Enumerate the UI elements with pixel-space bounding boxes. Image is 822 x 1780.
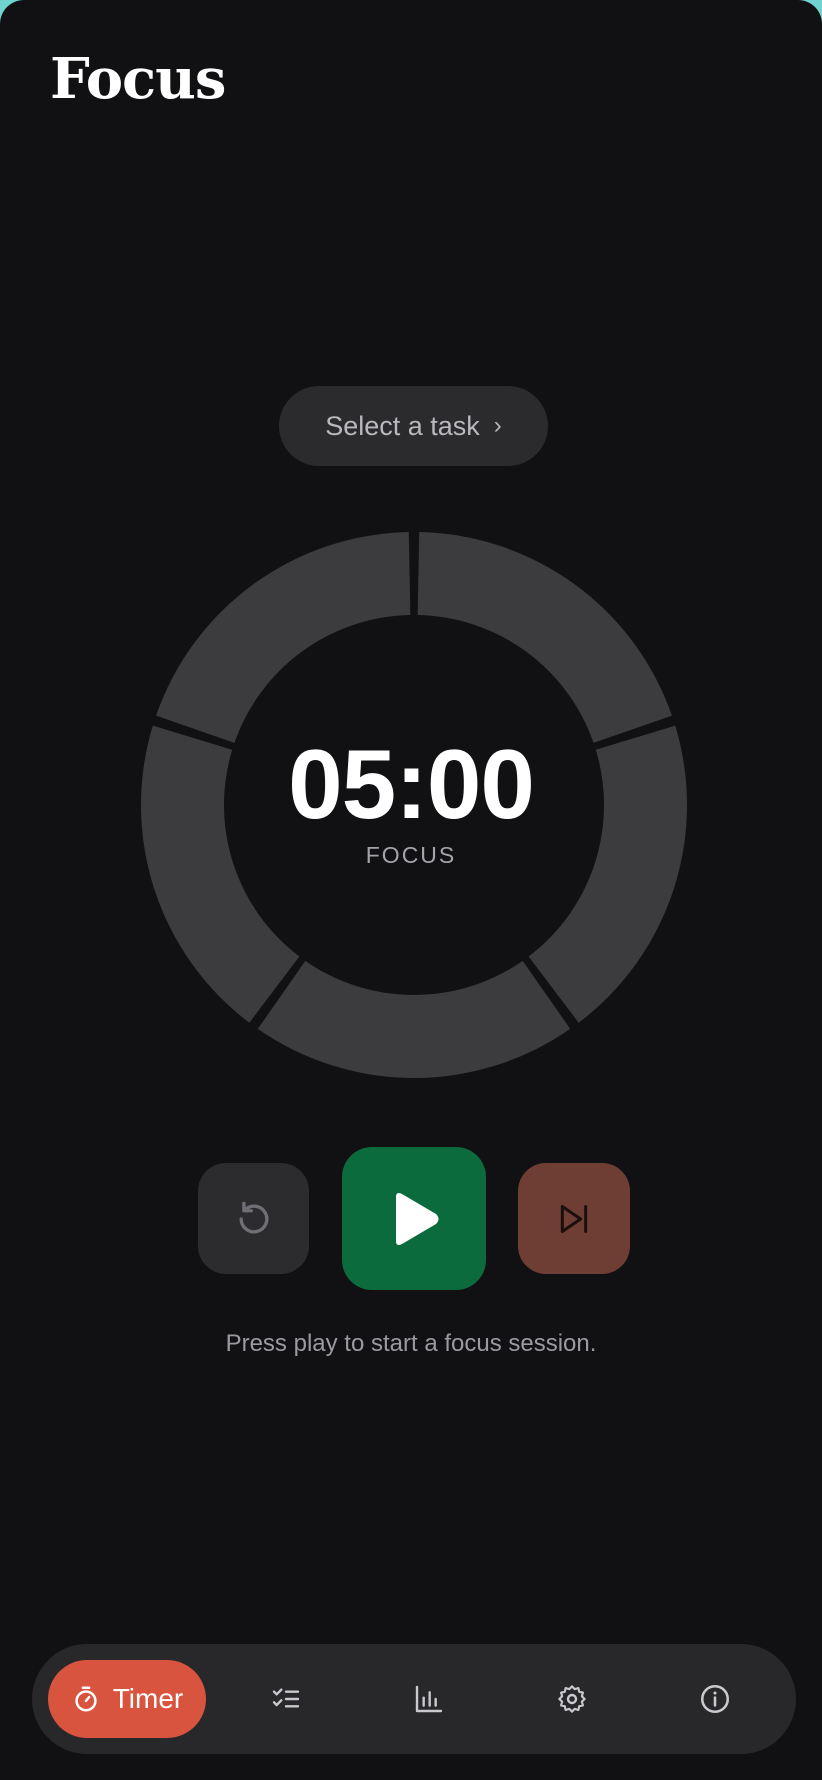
bar-chart-icon xyxy=(415,1685,443,1713)
reset-button[interactable] xyxy=(198,1163,309,1274)
select-task-label: Select a task xyxy=(325,410,480,441)
timer-mode-label: FOCUS xyxy=(365,842,457,868)
nav-item-label: Timer xyxy=(112,1683,184,1714)
page-title: Focus xyxy=(50,46,226,112)
timer-ring-segment xyxy=(257,960,571,1078)
play-icon xyxy=(396,1192,439,1245)
checklist-icon xyxy=(272,1688,300,1708)
select-task-button[interactable]: Select a task › xyxy=(279,386,548,466)
info-icon xyxy=(700,1684,730,1714)
timer-ring-segment xyxy=(417,532,672,743)
timer-ring-segment xyxy=(156,532,411,743)
skip-next-icon xyxy=(560,1204,588,1233)
stopwatch-icon xyxy=(75,1686,97,1712)
play-button[interactable] xyxy=(342,1147,486,1290)
nav-item-settings[interactable] xyxy=(532,1660,612,1738)
nav-item-info[interactable] xyxy=(675,1660,755,1738)
bottom-navigation: Timer xyxy=(32,1644,796,1754)
nav-item-tasks[interactable] xyxy=(246,1660,326,1738)
skip-button[interactable] xyxy=(518,1163,630,1274)
reset-icon xyxy=(239,1201,268,1233)
hint-text: Press play to start a focus session. xyxy=(225,1330,597,1357)
gear-icon xyxy=(558,1685,586,1713)
app-screen: Focus Select a task › 05:00 FOCUS Press … xyxy=(0,0,822,1780)
chevron-right-icon: › xyxy=(493,412,502,439)
nav-item-stats[interactable] xyxy=(389,1660,469,1738)
timer-display: 05:00 xyxy=(288,729,535,839)
nav-item-timer[interactable]: Timer xyxy=(48,1660,206,1738)
